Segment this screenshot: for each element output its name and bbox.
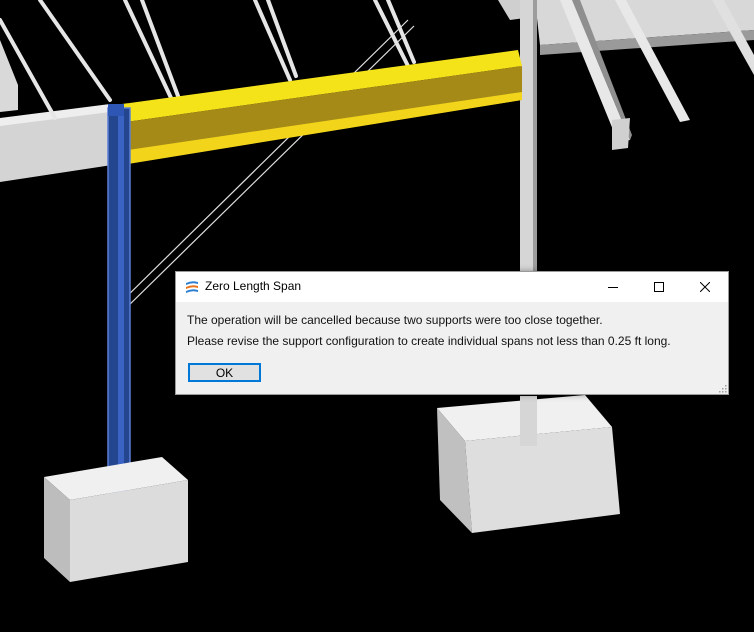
selected-column <box>107 104 131 507</box>
dialog-message-line-2: Please revise the support configuration … <box>187 334 671 348</box>
concrete-footing-right <box>437 395 620 533</box>
close-button[interactable] <box>682 272 728 302</box>
dialog-title: Zero Length Span <box>205 279 302 293</box>
app-logo-icon <box>186 281 198 293</box>
concrete-footing-left <box>44 457 188 582</box>
zero-length-span-dialog: Zero Length Span The operation will be c… <box>175 271 729 395</box>
dialog-message-line-1: The operation will be cancelled because … <box>187 313 603 327</box>
minimize-icon <box>608 287 618 288</box>
minimize-button[interactable] <box>590 272 636 302</box>
close-icon <box>700 282 710 292</box>
ok-button[interactable]: OK <box>188 363 261 382</box>
resize-grip-icon[interactable] <box>717 383 727 393</box>
dialog-titlebar[interactable]: Zero Length Span <box>176 272 728 302</box>
maximize-icon <box>654 282 664 292</box>
maximize-button[interactable] <box>636 272 682 302</box>
